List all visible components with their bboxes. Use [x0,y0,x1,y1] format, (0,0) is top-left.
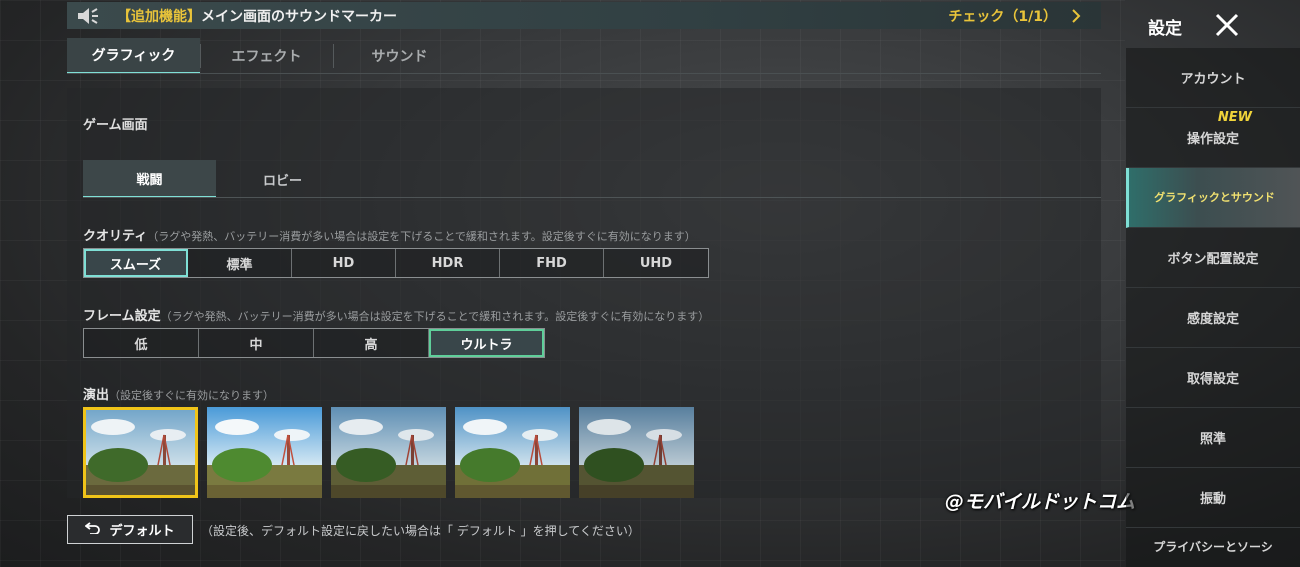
quality-option-hd[interactable]: HD [292,249,396,277]
close-icon[interactable] [1210,8,1244,42]
sidebar-item-button-layout[interactable]: ボタン配置設定 [1126,228,1300,288]
top-tabs: グラフィック エフェクト サウンド [67,38,466,74]
quality-option-standard[interactable]: 標準 [188,249,292,277]
new-badge: NEW [1217,110,1252,125]
sub-tabs: 戦闘 ロビー [83,160,349,198]
sidebar-item-label: 操作設定 [1186,132,1239,147]
quality-option-uhd[interactable]: UHD [604,249,708,277]
subtab-lobby[interactable]: ロビー [216,160,349,198]
style-thumbnails [83,407,703,498]
frame-selector: 低 中 高 ウルトラ [83,328,545,358]
settings-title: 設定 [1148,19,1182,39]
default-button-label: デフォルト [109,524,175,539]
quality-option-fhd[interactable]: FHD [500,249,604,277]
tab-sound[interactable]: サウンド [333,38,466,74]
section-title: ゲーム画面 [83,118,148,133]
quality-label: クオリティ（ラグや発熱、バッテリー消費が多い場合は設定を下げることで緩和されます… [83,225,696,244]
tab-effects[interactable]: エフェクト [200,38,333,74]
quality-hint: （ラグや発熱、バッテリー消費が多い場合は設定を下げることで緩和されます。設定後す… [147,230,696,243]
sidebar-item-controls[interactable]: 操作設定 NEW [1126,108,1300,168]
quality-title: クオリティ [83,229,148,244]
sidebar-item-crosshair[interactable]: 照準 [1126,408,1300,468]
frame-label: フレーム設定（ラグや発熱、バッテリー消費が多い場合は設定を下げることで緩和されま… [83,305,709,324]
quality-selector: スムーズ 標準 HD HDR FHD UHD [83,248,709,278]
default-hint: （設定後、デフォルト設定に戻したい場合は「 デフォルト 」を押してください） [201,524,640,538]
style-thumbnail[interactable] [207,407,322,498]
frame-option-medium[interactable]: 中 [199,329,314,357]
notice-bar[interactable]: 【追加機能】メイン画面のサウンドマーカー チェック（1/1） [67,2,1101,29]
sidebar: アカウント 操作設定 NEW グラフィックとサウンド ボタン配置設定 感度設定 … [1126,48,1300,567]
sidebar-item-graphics-sound[interactable]: グラフィックとサウンド [1126,168,1300,228]
style-thumbnail[interactable] [83,407,198,498]
watermark: @モバイルドットコム [945,491,1136,513]
notice-tag: 【追加機能】 [117,8,201,25]
frame-option-ultra[interactable]: ウルトラ [429,329,544,357]
quality-option-hdr[interactable]: HDR [396,249,500,277]
style-title: 演出 [83,388,110,403]
sidebar-item-privacy[interactable]: プライバシーとソーシ [1126,528,1300,567]
speaker-icon [71,2,105,29]
notice-check-link[interactable]: チェック（1/1） [948,6,1057,26]
undo-icon [84,521,101,538]
style-thumbnail[interactable] [579,407,694,498]
notice-message: メイン画面のサウンドマーカー [201,8,397,25]
subtab-battle[interactable]: 戦闘 [83,160,216,198]
sidebar-item-pickup[interactable]: 取得設定 [1126,348,1300,408]
sidebar-item-vibration[interactable]: 振動 [1126,468,1300,528]
sidebar-item-sensitivity[interactable]: 感度設定 [1126,288,1300,348]
tab-graphics[interactable]: グラフィック [67,38,200,74]
frame-hint: （ラグや発熱、バッテリー消費が多い場合は設定を下げることで緩和されます。設定後す… [160,310,710,323]
style-thumbnail[interactable] [331,407,446,498]
sidebar-item-account[interactable]: アカウント [1126,48,1300,108]
default-button[interactable]: デフォルト [67,515,193,544]
style-hint: （設定後すぐに有効になります） [109,389,275,402]
tabs-divider [67,73,1101,74]
quality-option-smooth[interactable]: スムーズ [84,249,188,277]
chevron-right-icon[interactable] [1071,8,1091,24]
style-thumbnail[interactable] [455,407,570,498]
notice-text: 【追加機能】メイン画面のサウンドマーカー [117,6,397,26]
subtabs-divider [83,197,1101,198]
frame-option-high[interactable]: 高 [314,329,429,357]
settings-panel: ゲーム画面 戦闘 ロビー クオリティ（ラグや発熱、バッテリー消費が多い場合は設定… [67,88,1101,498]
frame-option-low[interactable]: 低 [84,329,199,357]
frame-title: フレーム設定 [83,309,161,324]
style-label: 演出（設定後すぐに有効になります） [83,384,274,403]
